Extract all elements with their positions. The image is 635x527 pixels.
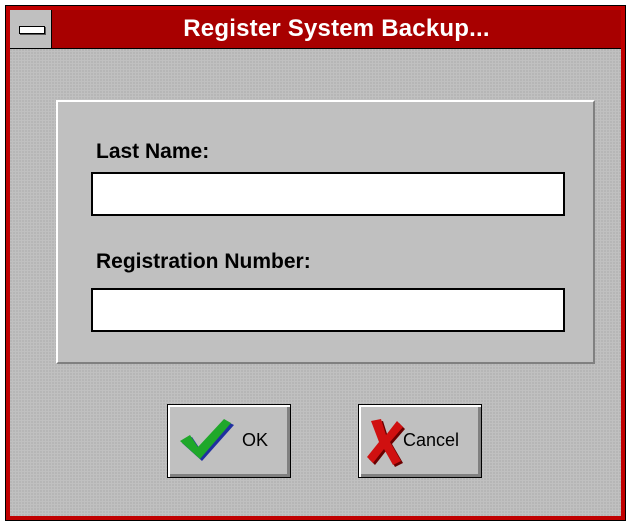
- system-menu-button[interactable]: [10, 10, 52, 48]
- window-title: Register System Backup...: [183, 15, 490, 42]
- x-mark-icon: [367, 419, 405, 467]
- checkmark-icon: [180, 419, 234, 461]
- cancel-button[interactable]: Cancel: [358, 404, 482, 478]
- registration-number-label: Registration Number:: [96, 250, 311, 273]
- last-name-label: Last Name:: [96, 140, 210, 163]
- system-menu-icon: [19, 26, 45, 34]
- ok-button[interactable]: OK: [167, 404, 291, 478]
- last-name-field[interactable]: [91, 172, 565, 216]
- ok-button-label: OK: [242, 430, 269, 450]
- title-bar[interactable]: Register System Backup...: [10, 10, 621, 49]
- cancel-button-label: Cancel: [403, 430, 460, 450]
- registration-group: Last Name: Registration Number:: [56, 100, 595, 364]
- registration-number-field[interactable]: [91, 288, 565, 332]
- dialog-window: Register System Backup... Last Name: Reg…: [5, 5, 626, 521]
